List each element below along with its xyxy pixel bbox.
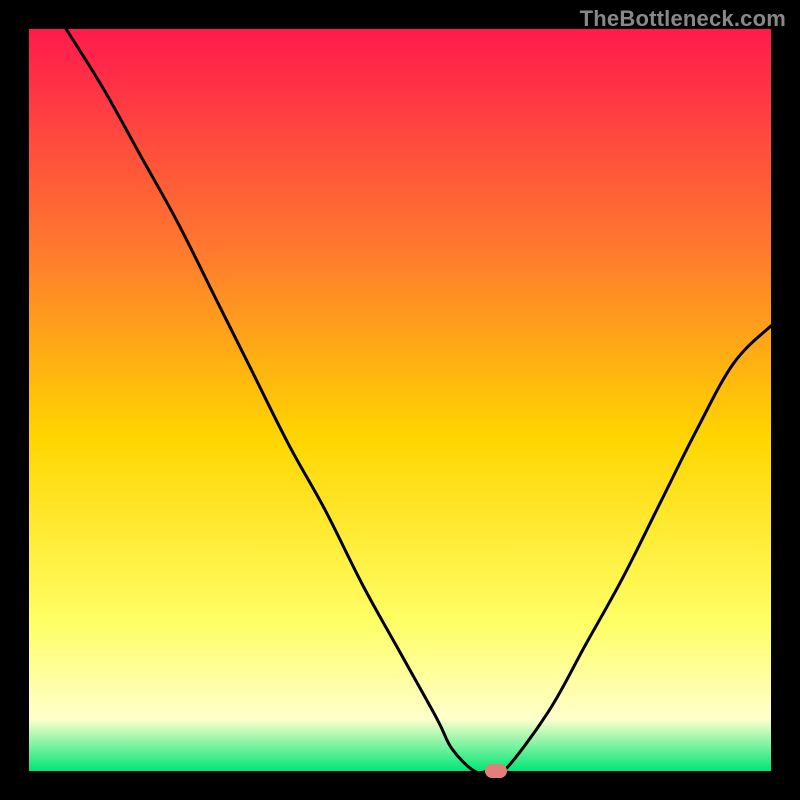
bottleneck-chart [29,29,771,771]
chart-background [29,29,771,771]
optimal-point-marker [485,764,507,778]
watermark-text: TheBottleneck.com [580,6,786,32]
chart-frame: TheBottleneck.com [0,0,800,800]
